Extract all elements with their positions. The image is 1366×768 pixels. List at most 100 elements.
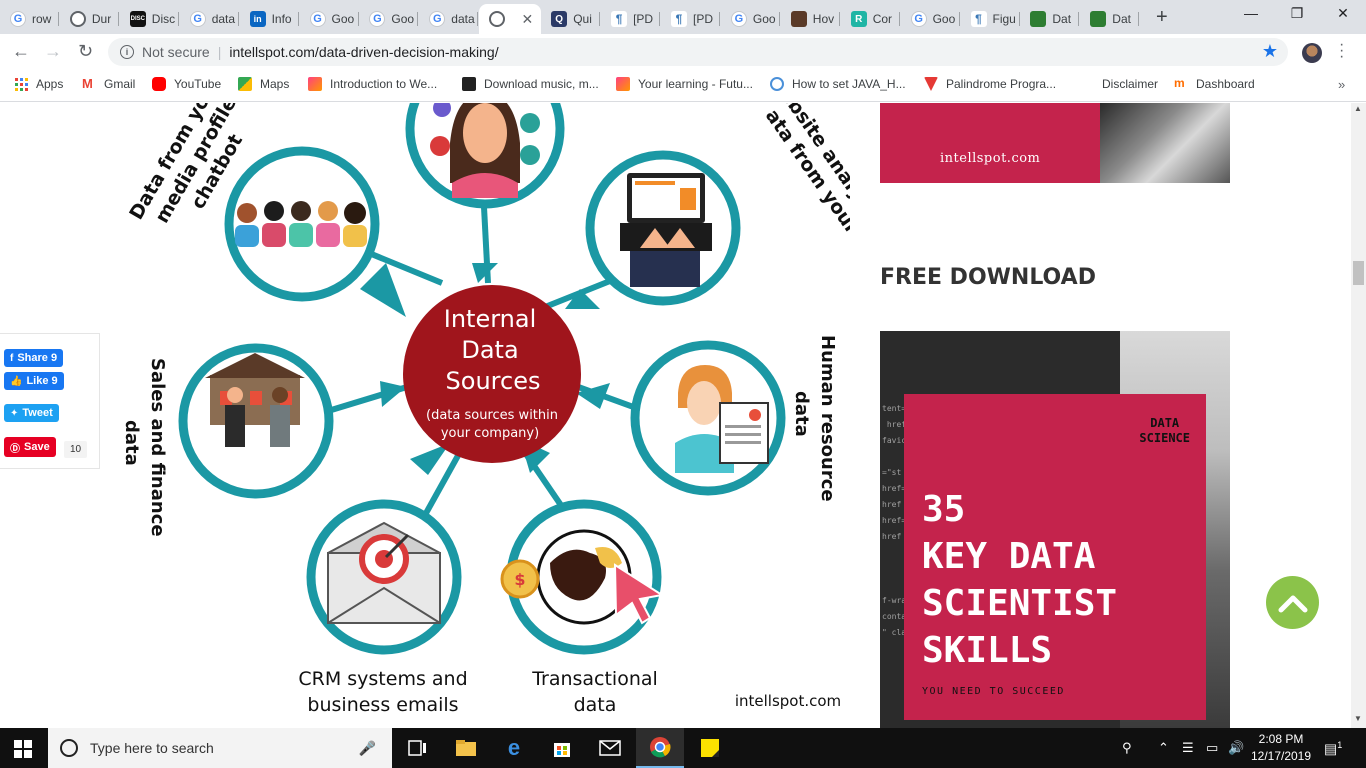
bookmark-java-home[interactable]: How to set JAVA_H... (770, 77, 906, 91)
browser-tab[interactable]: in Info (240, 4, 299, 34)
browser-tab[interactable]: ✕ (479, 4, 542, 34)
tab-separator (117, 12, 119, 26)
info-icon[interactable]: i (120, 45, 134, 59)
store-icon[interactable] (538, 728, 586, 768)
close-window-button[interactable]: ✕ (1320, 5, 1366, 22)
clock-time: 2:08 PM (1258, 732, 1304, 746)
bookmark-dashboard[interactable]: m Dashboard (1174, 76, 1255, 91)
bookmark-label: Dashboard (1196, 77, 1255, 91)
bookmark-your-learning[interactable]: Your learning - Futu... (616, 77, 753, 91)
edge-icon[interactable]: e (490, 728, 538, 768)
browser-tab[interactable]: ¶ [PD (661, 4, 720, 34)
page-scrollbar[interactable] (1351, 103, 1366, 728)
wifi-icon[interactable]: ☰ (1182, 740, 1194, 756)
volume-icon[interactable]: 🔊 (1228, 740, 1244, 756)
facebook-share-button[interactable]: f Share 9 (4, 349, 64, 367)
bookmark-intro-web[interactable]: Introduction to We... (308, 77, 437, 91)
pinterest-save-button[interactable]: Ⓓ Save (4, 437, 56, 457)
forward-button[interactable]: → (44, 41, 62, 62)
bookmark-disclaimer[interactable]: Disclaimer (1102, 77, 1158, 91)
windows-start-button[interactable] (14, 740, 32, 758)
chrome-icon[interactable] (636, 728, 684, 768)
back-to-top-button[interactable] (1266, 576, 1319, 629)
google-icon: G (10, 11, 26, 27)
scroll-up-arrow-icon[interactable]: ▲ (1354, 104, 1362, 113)
battery-icon[interactable]: ▭ (1206, 740, 1218, 756)
taskbar-clock[interactable]: 2:08 PM 12/17/2019 (1250, 731, 1312, 765)
browser-tab[interactable]: Gdata (419, 4, 479, 34)
file-explorer-icon[interactable] (442, 728, 490, 768)
ad-card: DATA SCIENCE 35 KEY DATA SCIENTIST SKILL… (904, 394, 1206, 720)
microphone-icon[interactable]: 🎤 (359, 740, 376, 757)
label-crm-line-2: business emails (307, 694, 458, 716)
bookmark-apps[interactable]: Apps (15, 77, 63, 91)
bookmark-label: Apps (36, 77, 64, 91)
futurelearn-icon (616, 77, 630, 91)
tab-separator (898, 12, 900, 26)
taskbar-search-box[interactable]: Type here to search 🎤 (48, 728, 392, 768)
close-tab-icon[interactable]: ✕ (521, 11, 533, 28)
browser-tab[interactable]: Dat (1020, 4, 1080, 34)
people-icon[interactable]: ⚲ (1122, 740, 1132, 756)
center-subtitle-line-1: (data sources within (426, 408, 558, 423)
tab-separator (719, 12, 720, 26)
browser-tab[interactable]: G Goo (901, 4, 960, 34)
like-label: Like 9 (26, 375, 58, 387)
browser-tab[interactable]: G Goo (721, 4, 780, 34)
google-icon: G (910, 11, 927, 27)
data-icon (1030, 11, 1047, 27)
facebook-like-button[interactable]: 👍 Like 9 (4, 372, 64, 390)
tab-title: Info (271, 12, 292, 26)
tab-strip: Grow Dur DISC Disc Gdata in Info G Goo G Goo Gdata ✕… (0, 0, 1366, 34)
browser-tab[interactable]: Hov (781, 4, 840, 34)
profile-avatar[interactable] (1302, 43, 1322, 63)
back-button[interactable]: ← (12, 41, 30, 62)
tab-title: Goo (932, 12, 956, 26)
scroll-down-arrow-icon[interactable]: ▼ (1354, 714, 1362, 723)
new-tab-button[interactable]: + (1156, 6, 1168, 29)
reload-button[interactable]: ↻ (78, 41, 93, 62)
bookmark-maps[interactable]: Maps (238, 77, 289, 91)
mail-icon[interactable] (586, 728, 634, 768)
notification-center-icon[interactable]: ▤1 (1324, 740, 1342, 758)
bookmark-youtube[interactable]: YouTube (152, 77, 221, 91)
ad-ebook-banner[interactable]: tent= href favic ="st href= href href= h… (880, 331, 1230, 728)
browser-tab[interactable]: DISC Disc (120, 4, 179, 34)
more-bookmarks-button[interactable]: » (1338, 77, 1345, 92)
address-bar[interactable]: i Not secure | intellspot.com/data-drive… (108, 38, 1288, 66)
pdf-icon: ¶ (611, 11, 628, 27)
browser-tab[interactable]: Grow (0, 4, 59, 34)
tray-chevron-up-icon[interactable]: ⌃ (1158, 740, 1169, 756)
bookmark-label: Gmail (104, 77, 136, 91)
tab-title: Goo (331, 12, 355, 26)
tab-title: Goo (391, 12, 415, 26)
browser-tab[interactable]: Dur (60, 4, 119, 34)
tab-title: [PD (633, 12, 654, 26)
browser-tab[interactable]: ¶ Figu (961, 4, 1020, 34)
sticky-notes-icon[interactable] (686, 728, 734, 768)
bookmark-gmail[interactable]: M Gmail (82, 76, 136, 91)
bookmark-star-icon[interactable]: ★ (1262, 41, 1278, 62)
bookmark-download-music[interactable]: Download music, m... (462, 77, 599, 91)
minimize-button[interactable]: — (1228, 5, 1274, 21)
bookmark-palindrome[interactable]: Palindrome Progra... (924, 77, 1056, 91)
globe-icon (489, 11, 506, 27)
cortana-icon (60, 739, 78, 757)
menu-dots-icon[interactable]: · · · (1339, 37, 1344, 65)
bookmark-label: How to set JAVA_H... (792, 77, 906, 91)
ad-banner-top[interactable]: intellspot.com (880, 103, 1230, 183)
quizlet-icon: Q (551, 11, 568, 27)
tweet-button[interactable]: ✦ Tweet (4, 404, 59, 422)
browser-tab[interactable]: G Goo (300, 4, 359, 34)
browser-tab[interactable]: Gdata (180, 4, 239, 34)
center-title-line-2: Data (461, 336, 518, 364)
task-view-icon[interactable] (394, 728, 442, 768)
maximize-button[interactable]: ❐ (1274, 5, 1320, 22)
browser-tab[interactable]: Dat (1080, 4, 1140, 34)
browser-tab[interactable]: ¶ [PD (601, 4, 661, 34)
browser-tab[interactable]: G Goo (359, 4, 419, 34)
browser-tab[interactable]: Q Qui (541, 4, 601, 34)
browser-tab[interactable]: R Cor (841, 4, 900, 34)
scroll-thumb[interactable] (1353, 261, 1364, 285)
tab-title: [PD (693, 12, 714, 26)
